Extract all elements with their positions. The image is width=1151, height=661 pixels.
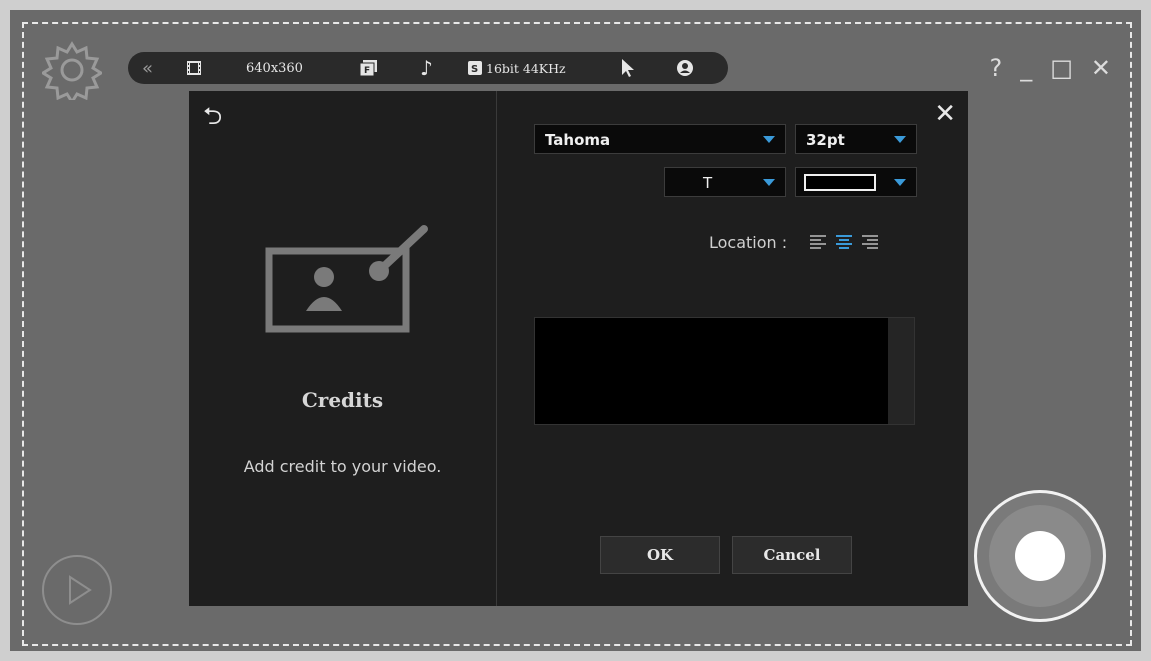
credits-title: Credits <box>301 388 384 412</box>
font-select[interactable]: Tahoma <box>534 124 786 154</box>
chevron-down-icon <box>763 179 775 186</box>
credit-text-input[interactable] <box>534 317 915 425</box>
audio-quality-label[interactable]: 16bit 44KHz <box>486 52 566 84</box>
align-right-icon[interactable] <box>861 234 879 252</box>
svg-text:S: S <box>471 64 478 75</box>
window-controls: ? _ □ ✕ <box>989 48 1111 88</box>
chevron-down-icon <box>894 179 906 186</box>
resolution-label[interactable]: 640x360 <box>246 52 303 84</box>
play-button[interactable] <box>42 555 112 625</box>
panel-divider <box>496 91 497 606</box>
font-style-value: T <box>703 174 713 192</box>
chevron-down-icon <box>894 136 906 143</box>
back-arrow-icon[interactable]: ⮌ <box>203 99 222 140</box>
settings-gear-icon[interactable] <box>42 40 102 100</box>
play-icon <box>69 575 92 605</box>
close-dialog-icon[interactable]: ✕ <box>934 99 956 129</box>
align-left-icon[interactable] <box>809 234 827 252</box>
font-select-value: Tahoma <box>545 131 611 149</box>
cancel-button[interactable]: Cancel <box>732 536 852 574</box>
text-color-select[interactable] <box>795 167 917 197</box>
svg-text:F: F <box>364 66 370 76</box>
webcam-icon[interactable] <box>676 52 694 84</box>
format-icon[interactable]: F <box>360 52 378 84</box>
chevron-down-icon <box>763 136 775 143</box>
font-size-value: 32pt <box>806 131 845 149</box>
font-style-select[interactable]: T <box>664 167 786 197</box>
color-swatch <box>804 174 876 191</box>
credits-description: Add credit to your video. <box>243 457 442 476</box>
ok-button[interactable]: OK <box>600 536 720 574</box>
minimize-button[interactable]: _ <box>1020 54 1032 82</box>
record-icon <box>1015 531 1065 581</box>
help-button[interactable]: ? <box>989 54 1002 82</box>
align-center-icon[interactable] <box>835 234 853 252</box>
cursor-icon[interactable] <box>620 52 636 84</box>
credits-icon <box>265 225 428 333</box>
font-size-select[interactable]: 32pt <box>795 124 917 154</box>
close-window-button[interactable]: ✕ <box>1091 54 1111 82</box>
location-label: Location : <box>709 233 788 252</box>
capture-toolbar: « 640x360 F ♪ S 16bit 44KHz <box>128 52 728 84</box>
alignment-group <box>809 234 879 252</box>
audio-badge-icon: S <box>468 52 482 84</box>
record-button[interactable] <box>974 490 1106 622</box>
scrollbar[interactable] <box>888 318 914 424</box>
maximize-button[interactable]: □ <box>1050 54 1073 82</box>
collapse-toolbar-icon[interactable]: « <box>142 52 153 84</box>
credits-dialog: ⮌ Credits Add credit to your video. ✕ Ta… <box>189 91 968 606</box>
audio-note-icon[interactable]: ♪ <box>420 52 433 84</box>
film-icon[interactable] <box>186 52 202 84</box>
